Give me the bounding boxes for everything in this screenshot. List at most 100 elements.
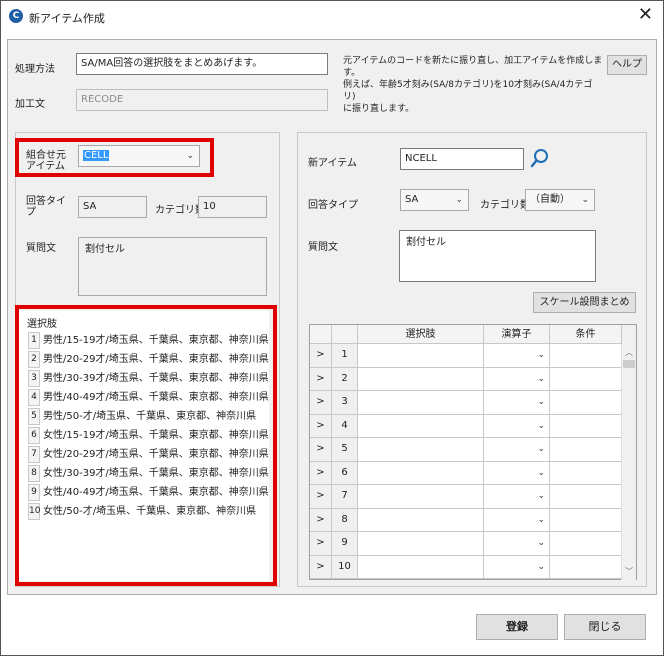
answer-type-field: SA	[78, 196, 147, 218]
grid-row-expand-button[interactable]: >	[310, 508, 332, 532]
grid-condition-cell[interactable]	[550, 532, 622, 556]
grid-condition-cell[interactable]	[550, 344, 622, 368]
grid-operator-select[interactable]: ⌄	[484, 414, 550, 438]
grid-condition-cell[interactable]	[550, 414, 622, 438]
process-label: 加工文	[15, 99, 45, 110]
grid-row-number: 8	[332, 508, 358, 532]
grid-choice-cell[interactable]	[358, 367, 484, 391]
register-button[interactable]: 登録	[476, 614, 558, 640]
grid-header-corner	[310, 325, 332, 344]
grid-operator-select[interactable]: ⌄	[484, 508, 550, 532]
new-category-count-label: カテゴリ数	[480, 200, 530, 211]
window-title: 新アイテム作成	[29, 12, 105, 25]
grid-row-expand-button[interactable]: >	[310, 414, 332, 438]
grid-choice-cell[interactable]	[358, 414, 484, 438]
grid-choice-cell[interactable]	[358, 461, 484, 485]
chevron-down-icon: ⌄	[537, 350, 545, 360]
scroll-up-icon[interactable]: ︿	[625, 347, 633, 358]
grid-row-expand-button[interactable]: >	[310, 438, 332, 462]
process-field: RECODE	[76, 89, 328, 111]
app-icon: C	[9, 9, 23, 23]
scale-question-button[interactable]: スケール設問まとめ	[533, 292, 636, 313]
new-question-field[interactable]: 割付セル	[399, 230, 596, 282]
grid-header-choice: 選択肢	[358, 325, 484, 344]
question-label: 質問文	[26, 243, 56, 254]
method-field[interactable]: SA/MA回答の選択肢をまとめあげます。	[76, 53, 328, 75]
grid-operator-select[interactable]: ⌄	[484, 367, 550, 391]
help-button[interactable]: ヘルプ	[607, 55, 647, 75]
new-question-label: 質問文	[308, 242, 338, 253]
grid-operator-select[interactable]: ⌄	[484, 485, 550, 509]
scroll-thumb[interactable]	[623, 360, 635, 368]
grid-operator-select[interactable]: ⌄	[484, 461, 550, 485]
grid-row-number: 6	[332, 461, 358, 485]
grid-row-number: 5	[332, 438, 358, 462]
grid-operator-select[interactable]: ⌄	[484, 438, 550, 462]
choices-grid: 選択肢 演算子 条件 >1 ⌄ >2 ⌄ >3 ⌄ >4 ⌄ >5 ⌄ >6 ⌄ >7 ⌄ >8 ⌄ >9 ⌄ >10 ⌄	[309, 324, 637, 580]
grid-row-expand-button[interactable]: >	[310, 555, 332, 579]
grid-condition-cell[interactable]	[550, 391, 622, 415]
description-line: 元アイテムのコードを新たに振り直し、加工アイテムを作成します。	[343, 56, 603, 78]
grid-condition-cell[interactable]	[550, 461, 622, 485]
chevron-down-icon: ⌄	[537, 397, 545, 407]
chevron-down-icon: ⌄	[537, 538, 545, 548]
chevron-down-icon: ⌄	[581, 195, 589, 205]
grid-row-number: 3	[332, 391, 358, 415]
method-label: 処理方法	[15, 64, 55, 75]
grid-choice-cell[interactable]	[358, 532, 484, 556]
description-text: 元アイテムのコードを新たに振り直し、加工アイテムを作成します。 例えば、年齢5才…	[343, 55, 603, 115]
grid-choice-cell[interactable]	[358, 508, 484, 532]
grid-operator-select[interactable]: ⌄	[484, 555, 550, 579]
answer-type-label: 回答タイ プ	[26, 196, 66, 218]
grid-row-expand-button[interactable]: >	[310, 344, 332, 368]
grid-row-number: 7	[332, 485, 358, 509]
new-item-field[interactable]: NCELL	[400, 148, 524, 170]
chevron-down-icon: ⌄	[537, 514, 545, 525]
grid-row-number: 1	[332, 344, 358, 368]
grid-row-expand-button[interactable]: >	[310, 391, 332, 415]
chevron-down-icon: ⌄	[537, 491, 545, 501]
grid-row-number: 9	[332, 532, 358, 556]
grid-row-expand-button[interactable]: >	[310, 485, 332, 509]
question-field: 割付セル	[78, 237, 267, 296]
grid-row-expand-button[interactable]: >	[310, 532, 332, 556]
grid-choice-cell[interactable]	[358, 555, 484, 579]
grid-condition-cell[interactable]	[550, 555, 622, 579]
grid-condition-cell[interactable]	[550, 438, 622, 462]
grid-condition-cell[interactable]	[550, 367, 622, 391]
grid-operator-select[interactable]: ⌄	[484, 391, 550, 415]
grid-operator-select[interactable]: ⌄	[484, 344, 550, 368]
grid-header-condition: 条件	[550, 325, 622, 344]
highlight-box-source-item	[15, 138, 214, 177]
new-category-count-value: （自動）	[530, 194, 570, 205]
grid-condition-cell[interactable]	[550, 485, 622, 509]
grid-row-number: 4	[332, 414, 358, 438]
new-answer-type-label: 回答タイプ	[308, 200, 358, 211]
chevron-down-icon: ⌄	[537, 561, 545, 572]
new-answer-type-select[interactable]: SA ⌄	[400, 189, 469, 211]
grid-choice-cell[interactable]	[358, 438, 484, 462]
grid-row-expand-button[interactable]: >	[310, 367, 332, 391]
highlight-box-choices	[15, 305, 277, 586]
new-category-count-select[interactable]: （自動） ⌄	[525, 189, 595, 211]
category-count-field: 10	[198, 196, 267, 218]
search-icon[interactable]	[530, 148, 550, 170]
description-line: に振り直します。	[343, 104, 415, 114]
title-bar: C 新アイテム作成 ✕	[1, 1, 663, 31]
description-line: 例えば、年齢5才刻み(SA/8カテゴリ)を10才刻み(SA/4カテゴリ)	[343, 80, 593, 102]
scroll-down-icon[interactable]: ﹀	[625, 566, 633, 577]
grid-condition-cell[interactable]	[550, 508, 622, 532]
grid-header-corner	[332, 325, 358, 344]
grid-choice-cell[interactable]	[358, 344, 484, 368]
chevron-down-icon: ⌄	[537, 373, 545, 384]
grid-scrollbar[interactable]: ︿ ﹀	[621, 344, 636, 580]
chevron-down-icon: ⌄	[537, 467, 545, 478]
close-button[interactable]: 閉じる	[564, 614, 646, 640]
grid-row-expand-button[interactable]: >	[310, 461, 332, 485]
close-icon[interactable]: ✕	[638, 6, 653, 24]
grid-choice-cell[interactable]	[358, 485, 484, 509]
grid-choice-cell[interactable]	[358, 391, 484, 415]
new-answer-type-value: SA	[405, 194, 419, 205]
grid-operator-select[interactable]: ⌄	[484, 532, 550, 556]
chevron-down-icon: ⌄	[537, 420, 545, 431]
